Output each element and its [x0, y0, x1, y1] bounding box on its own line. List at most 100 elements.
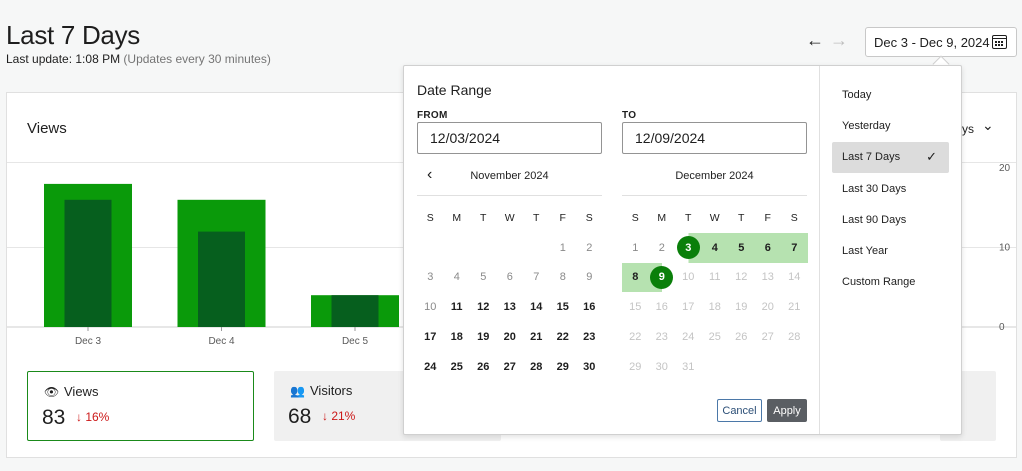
calendar-day-number: 5: [738, 242, 744, 254]
calendar-day[interactable]: 28: [781, 322, 808, 352]
calendar-day[interactable]: 29: [550, 352, 577, 382]
calendar-day-number: 2: [586, 242, 592, 254]
calendar-day[interactable]: 23: [649, 322, 676, 352]
calendar-day[interactable]: 7: [523, 263, 550, 293]
calendar-day[interactable]: 6: [755, 233, 782, 263]
calendar-day[interactable]: 19: [470, 322, 497, 352]
apply-button[interactable]: Apply: [767, 399, 807, 422]
calendar-day-number: 4: [712, 242, 718, 254]
calendar-day[interactable]: 5: [470, 263, 497, 293]
calendar-day[interactable]: 25: [702, 322, 729, 352]
calendar-day[interactable]: 4: [444, 263, 471, 293]
calendar-day[interactable]: 24: [417, 352, 444, 382]
preset-today[interactable]: Today: [832, 79, 949, 110]
calendar-day[interactable]: 15: [622, 292, 649, 322]
stat-label: Views: [64, 384, 98, 399]
calendar-day[interactable]: 4: [702, 233, 729, 263]
calendar-day[interactable]: 20: [497, 322, 524, 352]
calendar-day[interactable]: 26: [470, 352, 497, 382]
calendar-day[interactable]: 21: [523, 322, 550, 352]
calendar-day[interactable]: 12: [728, 263, 755, 293]
people-icon: 👥: [290, 384, 306, 398]
calendar-day-number: 29: [629, 361, 641, 373]
calendar-day[interactable]: 8: [622, 263, 649, 293]
preset-last-90-days[interactable]: Last 90 Days: [832, 204, 949, 235]
calendar-day-number: 22: [557, 331, 569, 343]
calendar-empty-cell: [523, 233, 550, 263]
calendar-day[interactable]: 3: [675, 233, 702, 263]
calendar-day[interactable]: 5: [728, 233, 755, 263]
calendar-day[interactable]: 16: [576, 292, 603, 322]
weekday-header: F: [755, 203, 782, 233]
calendar-day[interactable]: 13: [755, 263, 782, 293]
calendar-day[interactable]: 17: [675, 292, 702, 322]
y-tick-label: 10: [999, 243, 1011, 254]
calendar-day-number: 1: [632, 242, 638, 254]
cancel-button[interactable]: Cancel: [717, 399, 762, 422]
calendar-day[interactable]: 31: [675, 352, 702, 382]
calendar-day[interactable]: 13: [497, 292, 524, 322]
calendar-day[interactable]: 14: [781, 263, 808, 293]
calendar-day[interactable]: 15: [550, 292, 577, 322]
calendar-day[interactable]: 1: [550, 233, 577, 263]
calendar-day[interactable]: 26: [728, 322, 755, 352]
stat-card-views[interactable]: 👁Views 83 ↓ 16%: [27, 371, 254, 441]
calendar-day[interactable]: 17: [417, 322, 444, 352]
stat-delta: ↓ 21%: [322, 409, 355, 423]
calendar-day[interactable]: 28: [523, 352, 550, 382]
from-date-input[interactable]: [417, 122, 602, 154]
calendar-day[interactable]: 11: [702, 263, 729, 293]
calendar-day[interactable]: 6: [497, 263, 524, 293]
preset-last-7-days[interactable]: Last 7 Days✓: [832, 142, 949, 173]
stat-value: 68: [288, 405, 311, 429]
calendar-day[interactable]: 16: [649, 292, 676, 322]
calendar-day[interactable]: 20: [755, 292, 782, 322]
calendar-day[interactable]: 27: [497, 352, 524, 382]
calendar-day-number: 8: [560, 271, 566, 283]
calendar-day[interactable]: 8: [550, 263, 577, 293]
calendar-day[interactable]: 18: [444, 322, 471, 352]
from-label: FROM: [417, 110, 448, 121]
calendar-day[interactable]: 27: [755, 322, 782, 352]
weekday-header: M: [649, 203, 676, 233]
preset-last-30-days[interactable]: Last 30 Days: [832, 173, 949, 204]
calendar-day[interactable]: 2: [649, 233, 676, 263]
calendar-day[interactable]: 9: [576, 263, 603, 293]
calendar-day[interactable]: 24: [675, 322, 702, 352]
calendar-day-number: 11: [709, 271, 720, 283]
preset-last-year[interactable]: Last Year: [832, 235, 949, 266]
calendar-day[interactable]: 10: [675, 263, 702, 293]
calendar-day[interactable]: 11: [444, 292, 471, 322]
calendar-day[interactable]: 14: [523, 292, 550, 322]
to-date-input[interactable]: [622, 122, 807, 154]
weekday-header: T: [675, 203, 702, 233]
selected-day-marker: 3: [677, 236, 700, 259]
calendar-day-number: 15: [629, 301, 641, 313]
calendar-day[interactable]: 7: [781, 233, 808, 263]
preset-yesterday[interactable]: Yesterday: [832, 110, 949, 141]
calendar-day[interactable]: 29: [622, 352, 649, 382]
calendar-empty-cell: [781, 352, 808, 382]
calendar-day[interactable]: 22: [622, 322, 649, 352]
calendar-day-number: 28: [788, 331, 800, 343]
calendar-day[interactable]: 2: [576, 233, 603, 263]
preset-custom-range[interactable]: Custom Range: [832, 267, 949, 298]
calendar-day-number: 13: [762, 271, 774, 283]
calendar-day[interactable]: 10: [417, 292, 444, 322]
calendar-day[interactable]: 30: [576, 352, 603, 382]
weekday-header: W: [702, 203, 729, 233]
calendar-day[interactable]: 12: [470, 292, 497, 322]
selected-day-marker: 9: [650, 266, 673, 289]
calendar-day[interactable]: 21: [781, 292, 808, 322]
calendar-day[interactable]: 1: [622, 233, 649, 263]
calendar-day[interactable]: 23: [576, 322, 603, 352]
calendar-day[interactable]: 22: [550, 322, 577, 352]
calendar-day[interactable]: 19: [728, 292, 755, 322]
calendar-day[interactable]: 3: [417, 263, 444, 293]
calendar-day[interactable]: 30: [649, 352, 676, 382]
calendar-day-number: 29: [557, 361, 569, 373]
calendar-day[interactable]: 25: [444, 352, 471, 382]
month-divider: [622, 195, 807, 196]
calendar-day[interactable]: 9: [649, 263, 676, 293]
calendar-day[interactable]: 18: [702, 292, 729, 322]
